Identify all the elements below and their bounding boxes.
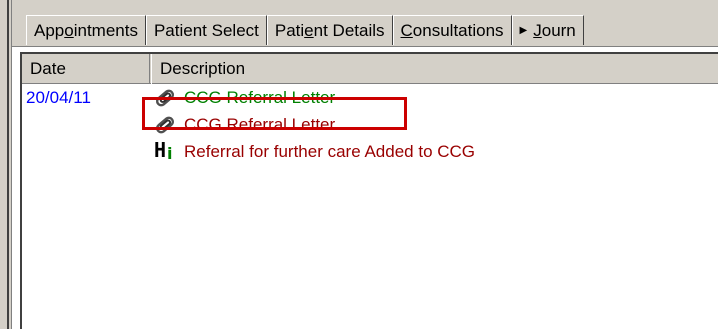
tab-label-accelerator: o bbox=[64, 20, 74, 40]
icon-glyph-i: i bbox=[167, 144, 173, 163]
column-header-description[interactable]: Description bbox=[151, 54, 718, 84]
tab-label: Pati bbox=[274, 20, 305, 40]
list-header: Date Description bbox=[22, 54, 718, 84]
tab-strip: App o intments Patient Select Pati e nt Deta… bbox=[12, 0, 718, 48]
tab-patient-details[interactable]: Pati e nt Details bbox=[266, 15, 393, 45]
journal-list[interactable]: Date Description 20/04/11 CCG Referral L… bbox=[20, 52, 718, 329]
icon-glyph-h: H bbox=[154, 138, 167, 162]
tab-label: Patient Select bbox=[153, 20, 259, 40]
tab-label: App bbox=[34, 20, 65, 40]
row-date[interactable]: 20/04/11 bbox=[26, 84, 91, 112]
tab-label: nt Details bbox=[313, 20, 385, 40]
column-header-date[interactable]: Date bbox=[22, 54, 150, 84]
tab-label-accelerator: J bbox=[533, 20, 542, 40]
tab-label-accelerator: C bbox=[400, 20, 413, 40]
tab-appointments[interactable]: App o intments bbox=[26, 15, 146, 45]
tab-label-accelerator: e bbox=[304, 20, 314, 40]
tab-label: intments bbox=[73, 20, 138, 40]
tab-label: ourn bbox=[541, 20, 576, 40]
tab-journal[interactable]: ▶ Journ bbox=[511, 15, 584, 45]
tab-patient-select[interactable]: Patient Select bbox=[145, 15, 267, 45]
history-info-icon: H i bbox=[152, 138, 178, 164]
window-frame-left bbox=[0, 0, 12, 329]
list-item[interactable]: H i Referral for further care Added to C… bbox=[152, 138, 475, 166]
active-tab-arrow-icon: ▶ bbox=[519, 25, 528, 36]
tab-consultations[interactable]: Consultations bbox=[392, 15, 512, 45]
selection-highlight-box bbox=[142, 97, 407, 130]
tab-label: onsultations bbox=[412, 20, 504, 40]
entry-text: Referral for further care Added to CCG bbox=[184, 142, 476, 161]
